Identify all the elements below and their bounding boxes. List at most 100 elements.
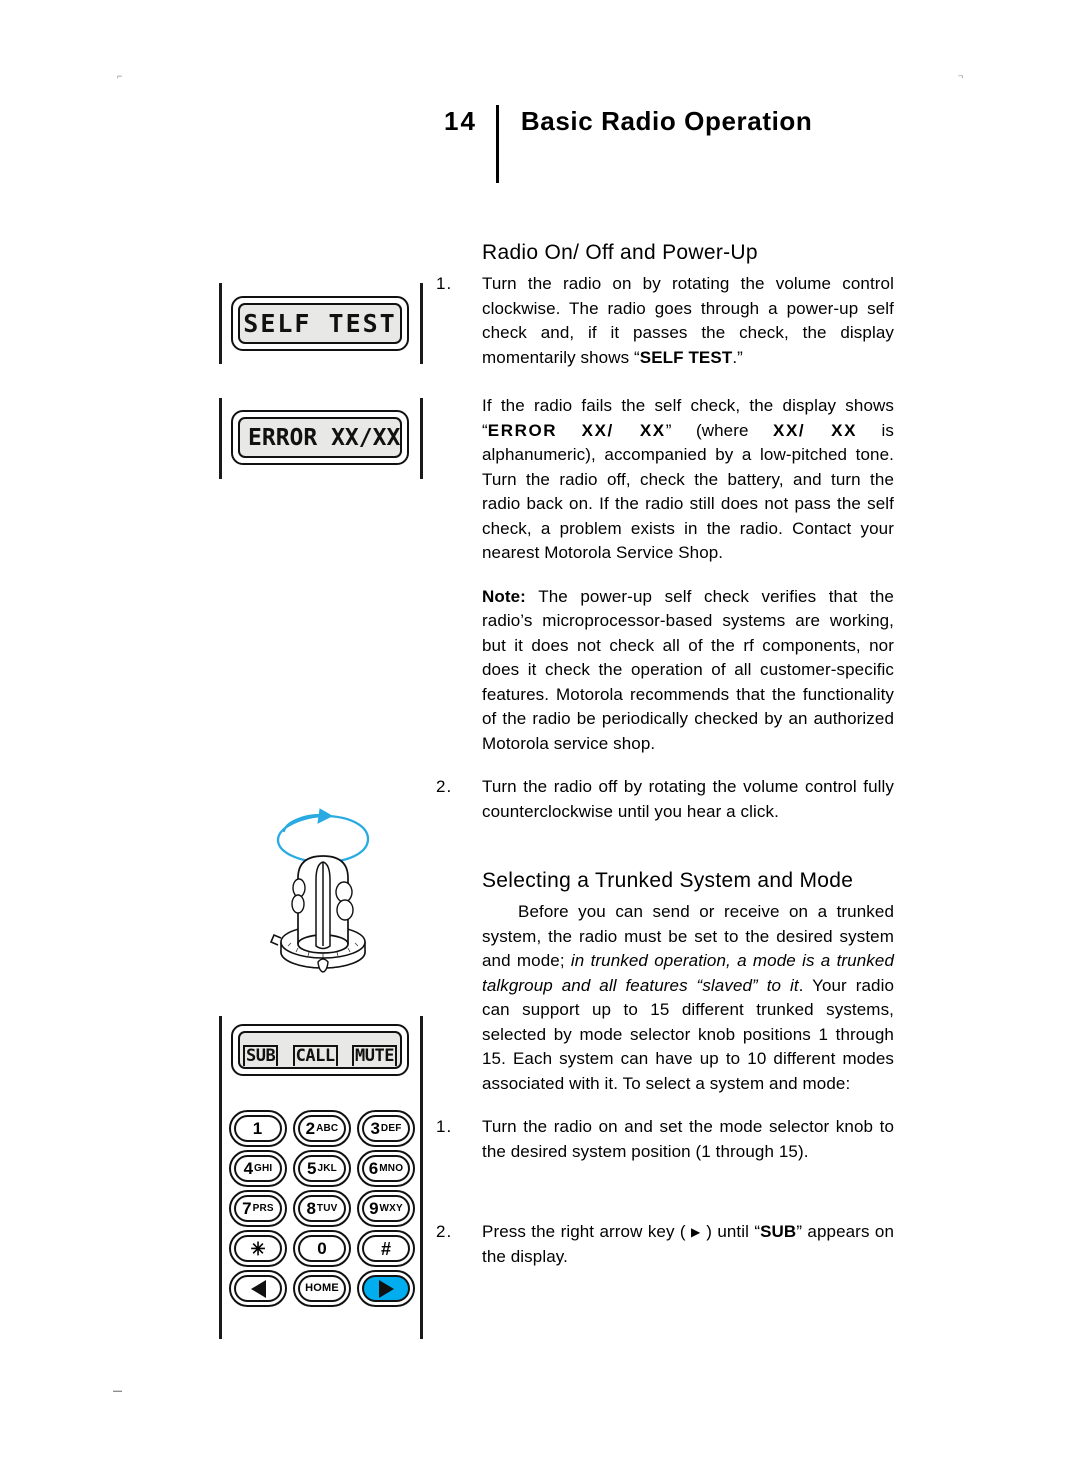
step1-text-after: .”: [732, 347, 743, 367]
key-7-face: 7 PRS: [234, 1195, 282, 1222]
status-cell-sub: SUB: [243, 1045, 279, 1066]
page-header: 14 Basic Radio Operation: [444, 104, 812, 183]
home-key-face: HOME: [298, 1275, 346, 1302]
registration-mark-top-left: ⌐: [117, 71, 123, 81]
key-4-digit: 4: [243, 1159, 254, 1178]
key-7-digit: 7: [242, 1199, 252, 1218]
volume-knob-icon: [269, 808, 370, 973]
sub-call-mute-display: SUB CALL MUTE: [231, 1024, 409, 1076]
self-test-display: SELF TEST: [231, 296, 409, 351]
trunked-step-1-number: 1.: [436, 1117, 453, 1136]
key-6: 6 MNO: [357, 1150, 415, 1187]
key-8-digit: 8: [306, 1199, 316, 1218]
right-arrow-inline-icon: ▶: [691, 1225, 701, 1239]
keypad-row-3: 7 PRS 8 TUV 9 WXY: [229, 1190, 415, 1227]
self-test-display-screen: SELF TEST: [238, 303, 402, 344]
key-8-letters: TUV: [316, 1202, 338, 1214]
key-5-face: 5 JKL: [298, 1155, 346, 1182]
key-4: 4 GHI: [229, 1150, 287, 1187]
pound-icon: #: [380, 1238, 391, 1259]
section-heading-trunked: Selecting a Trunked System and Mode: [482, 869, 854, 892]
error-display-screen: ERROR XX/XX: [238, 417, 402, 458]
status-cell-mute: MUTE: [352, 1045, 397, 1066]
illustration-rule-left-2: [219, 398, 222, 479]
trunked-step-2-number: 2.: [436, 1222, 453, 1241]
chapter-number: 14: [444, 106, 477, 136]
illustration-rule-left-3: [219, 1016, 222, 1339]
error-display-text: ERROR XX/XX: [248, 424, 401, 451]
key-pound-face: #: [362, 1235, 410, 1262]
power-up-step-2-text: Turn the radio off by rotating the volum…: [482, 777, 894, 821]
trunked-step2-bold-sub: SUB: [760, 1222, 797, 1241]
keypad-row-4: ✳ 0 #: [229, 1230, 415, 1267]
key-3-letters: DEF: [380, 1122, 402, 1134]
volume-knob-illustration: [258, 806, 388, 986]
key-star-face: ✳: [234, 1235, 282, 1262]
key-9-letters: WXY: [379, 1202, 403, 1214]
key-pound: #: [357, 1230, 415, 1267]
keypad-row-2: 4 GHI 5 JKL 6 MNO: [229, 1150, 415, 1187]
registration-mark-bottom-left: ▬: [113, 1387, 122, 1393]
key-7-letters: PRS: [252, 1202, 274, 1214]
key-2: 2 ABC: [293, 1110, 351, 1147]
error-bold-error: ERROR: [487, 420, 558, 440]
key-6-letters: MNO: [379, 1162, 404, 1174]
power-up-step-1: 1. Turn the radio on by rotating the vol…: [436, 272, 894, 370]
error-paragraph: If the radio fails the self check, the d…: [482, 394, 894, 566]
error-bold-xxxx-1: XX/ XX: [581, 420, 666, 440]
asterisk-icon: ✳: [250, 1238, 266, 1259]
page-title: Basic Radio Operation: [520, 106, 813, 136]
key-2-face: 2 ABC: [298, 1115, 346, 1142]
key-3-face: 3 DEF: [362, 1115, 410, 1142]
trunked-step-1: 1. Turn the radio on and set the mode se…: [436, 1115, 894, 1164]
error-gap-1: [557, 421, 581, 440]
right-arrow-key-face: [362, 1275, 410, 1302]
power-up-step-2-number: 2.: [436, 777, 453, 796]
key-0-face: 0: [298, 1235, 346, 1262]
trunked-step2-before: Press the right arrow key (: [482, 1222, 692, 1241]
key-5-letters: JKL: [317, 1162, 337, 1174]
keypad-illustration: 1 2 ABC 3 DEF 4 GHI 5 JKL 6 MNO 7 PRS 8 …: [229, 1110, 415, 1307]
key-8: 8 TUV: [293, 1190, 351, 1227]
note-text: The power-up self check verifies that th…: [482, 586, 894, 753]
note-paragraph: Note: The power-up self check verifies t…: [482, 585, 894, 757]
key-8-face: 8 TUV: [298, 1195, 346, 1222]
status-display-screen: SUB CALL MUTE: [238, 1031, 402, 1069]
trunked-step-2-text: Press the right arrow key ( ▶ ) until “S…: [482, 1220, 894, 1269]
main-text-column: Radio On/ Off and Power-Up 1. Turn the r…: [436, 240, 894, 1269]
step1-bold-self-test: SELF TEST: [639, 347, 733, 367]
key-2-letters: ABC: [316, 1122, 339, 1134]
key-4-face: 4 GHI: [234, 1155, 282, 1182]
self-test-display-text: SELF TEST: [243, 309, 397, 338]
key-3-digit: 3: [370, 1119, 380, 1138]
trunked-step-2: 2. Press the right arrow key ( ▶ ) until…: [436, 1220, 894, 1269]
registration-mark-top-right: ¬: [958, 71, 964, 81]
trunked-step-1-text: Turn the radio on and set the mode selec…: [482, 1117, 894, 1161]
left-arrow-key-face: [234, 1275, 282, 1302]
power-up-step-1-text: Turn the radio on by rotating the volume…: [482, 272, 894, 370]
document-page: ⌐ ¬ ▬ 14 Basic Radio Operation SELF TEST…: [0, 0, 1080, 1465]
key-0: 0: [293, 1230, 351, 1267]
error-para-part3: is alphanumeric), accompanied by a low-p…: [482, 420, 895, 563]
status-cell-call: CALL: [292, 1045, 338, 1066]
right-arrow-key: [357, 1270, 415, 1307]
left-arrow-icon: [250, 1279, 266, 1298]
home-key-label: HOME: [305, 1282, 339, 1294]
trunked-step2-mid: ) until “: [700, 1222, 761, 1241]
key-6-digit: 6: [368, 1159, 379, 1178]
key-3: 3 DEF: [357, 1110, 415, 1147]
illustration-rule-right-1: [420, 283, 423, 364]
key-9-face: 9 WXY: [362, 1195, 410, 1222]
key-4-letters: GHI: [254, 1162, 273, 1174]
key-5: 5 JKL: [293, 1150, 351, 1187]
left-arrow-key: [229, 1270, 287, 1307]
key-2-digit: 2: [305, 1119, 316, 1138]
error-para-part2: ” (where: [665, 420, 773, 440]
keypad-row-1: 1 2 ABC 3 DEF: [229, 1110, 415, 1147]
